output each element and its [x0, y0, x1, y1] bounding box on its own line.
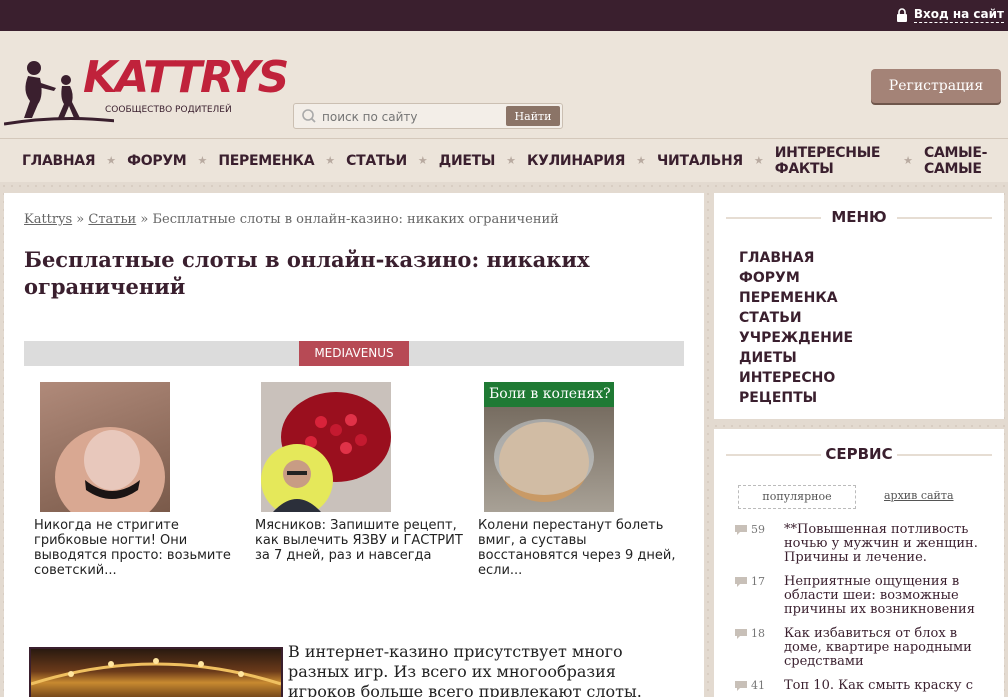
comment-count: 41: [734, 679, 765, 692]
search-button[interactable]: Найти: [506, 106, 560, 126]
sidebar-service: СЕРВИС популярное архив сайта 59 **Повыш…: [714, 429, 1004, 697]
comment-count-value: 17: [751, 575, 765, 588]
breadcrumb-articles[interactable]: Статьи: [88, 212, 136, 227]
sidebar-service-title: СЕРВИС: [825, 445, 893, 463]
comment-count: 18: [734, 627, 765, 640]
page-title: Бесплатные слоты в онлайн-казино: никаки…: [24, 247, 590, 299]
comment-icon: [735, 524, 747, 535]
ad-caption[interactable]: Колени перестанут болеть вмиг, а суставы…: [478, 518, 688, 578]
heading-line-left: [726, 217, 821, 219]
sidebar-menu-list: ГЛАВНАЯ ФОРУМ ПЕРЕМЕНКА СТАТЬИ УЧРЕЖДЕНИ…: [739, 248, 853, 408]
pomegranate-image-icon: [261, 392, 391, 512]
ad-header-bar: MEDIAVENUS: [24, 341, 684, 366]
casino-image-icon: [31, 658, 281, 686]
heading-line-right: [897, 454, 992, 456]
breadcrumb-home[interactable]: Kattrys: [24, 212, 72, 227]
search-icon: [302, 109, 316, 123]
search-box: Найти: [293, 103, 563, 129]
nav-item-reading[interactable]: ЧИТАЛЬНЯ: [657, 153, 743, 169]
ad-caption[interactable]: Никогда не стригите грибковые ногти! Они…: [34, 518, 244, 578]
comment-icon: [735, 680, 747, 691]
tab-archive[interactable]: архив сайта: [884, 489, 954, 502]
star-separator-icon: ★: [417, 154, 428, 167]
service-tabs: популярное архив сайта: [738, 485, 988, 509]
ad-caption[interactable]: Мясников: Запишите рецепт, как вылечить …: [255, 518, 465, 563]
sidebar-item-diets[interactable]: ДИЕТЫ: [739, 348, 853, 368]
article-image-casino: [29, 647, 283, 697]
breadcrumb-separator: »: [76, 212, 85, 227]
sidebar-menu-heading: МЕНЮ: [714, 208, 1004, 226]
search-input[interactable]: [322, 108, 498, 126]
comment-count-value: 41: [751, 679, 765, 692]
sidebar-item-home[interactable]: ГЛАВНАЯ: [739, 248, 853, 268]
comment-count: 59: [734, 523, 765, 536]
nav-item-cooking[interactable]: КУЛИНАРИЯ: [527, 153, 626, 169]
login-label[interactable]: Вход на сайт: [913, 7, 1004, 23]
nav-item-diets[interactable]: ДИЕТЫ: [439, 153, 496, 169]
ad-card[interactable]: Мясников: Запишите рецепт, как вылечить …: [255, 382, 465, 563]
ad-network-label: MEDIAVENUS: [299, 341, 409, 366]
sidebar-item-institution[interactable]: УЧРЕЖДЕНИЕ: [739, 328, 853, 348]
sidebar-item-articles[interactable]: СТАТЬИ: [739, 308, 853, 328]
register-button[interactable]: Регистрация: [871, 69, 1001, 103]
sidebar-menu-title: МЕНЮ: [831, 208, 887, 226]
ad-image-knee[interactable]: Боли в коленях?: [484, 382, 614, 512]
lock-icon: [896, 7, 907, 22]
sidebar-item-forum[interactable]: ФОРУМ: [739, 268, 853, 288]
popular-link[interactable]: **Повышенная потливость ночью у мужчин и…: [784, 523, 989, 565]
star-separator-icon: ★: [636, 154, 647, 167]
ad-card[interactable]: Боли в коленях? Колени перестанут болеть…: [478, 382, 688, 578]
breadcrumb-current: Бесплатные слоты в онлайн-казино: никаки…: [152, 212, 559, 227]
ad-image-overlay: Боли в коленях?: [484, 382, 614, 407]
star-separator-icon: ★: [197, 154, 208, 167]
star-separator-icon: ★: [903, 154, 913, 167]
comment-count-value: 59: [751, 523, 765, 536]
popular-link[interactable]: Как избавиться от блох в доме, квартире …: [784, 627, 989, 669]
breadcrumb-separator: »: [140, 212, 149, 227]
sidebar-item-break[interactable]: ПЕРЕМЕНКА: [739, 288, 853, 308]
heading-line-left: [726, 454, 821, 456]
ad-image-pomegranate[interactable]: [261, 382, 391, 512]
logo-wordmark: KATTRYS: [83, 52, 289, 103]
comment-icon: [735, 628, 747, 639]
nav-item-best[interactable]: САМЫЕ-САМЫЕ: [924, 145, 1008, 177]
star-separator-icon: ★: [325, 154, 336, 167]
breadcrumb: Kattrys » Статьи » Бесплатные слоты в он…: [24, 212, 559, 227]
login-link[interactable]: Вход на сайт: [896, 7, 1004, 23]
nav-item-facts[interactable]: ИНТЕРЕСНЫЕ ФАКТЫ: [775, 145, 892, 177]
star-separator-icon: ★: [753, 154, 764, 167]
comment-count: 17: [734, 575, 765, 588]
ad-image-toenail[interactable]: [40, 382, 170, 512]
header: KATTRYS СООБЩЕСТВО РОДИТЕЛЕЙ Найти Регис…: [0, 31, 1008, 138]
top-bar: Вход на сайт: [0, 0, 1008, 31]
comment-count-value: 18: [751, 627, 765, 640]
sidebar-menu: МЕНЮ ГЛАВНАЯ ФОРУМ ПЕРЕМЕНКА СТАТЬИ УЧРЕ…: [714, 193, 1004, 419]
knee-image-icon: [494, 419, 594, 502]
popular-link[interactable]: Топ 10. Как смыть краску с: [784, 679, 989, 693]
tab-popular[interactable]: популярное: [738, 485, 856, 509]
nav-item-break[interactable]: ПЕРЕМЕНКА: [218, 153, 314, 169]
ad-card[interactable]: Никогда не стригите грибковые ногти! Они…: [34, 382, 244, 578]
main-nav: ГЛАВНАЯ ★ ФОРУМ ★ ПЕРЕМЕНКА ★ СТАТЬИ ★ Д…: [0, 138, 1008, 182]
nav-item-articles[interactable]: СТАТЬИ: [346, 153, 407, 169]
nav-item-forum[interactable]: ФОРУМ: [127, 153, 187, 169]
star-separator-icon: ★: [506, 154, 516, 167]
toe-image-icon: [55, 427, 165, 512]
star-separator-icon: ★: [106, 154, 117, 167]
article-intro: В интернет-казино присутствует много раз…: [288, 642, 642, 697]
popular-link[interactable]: Неприятные ощущения в области шеи: возмо…: [784, 575, 989, 617]
sidebar-service-heading: СЕРВИС: [714, 445, 1004, 463]
comment-icon: [735, 576, 747, 587]
site-logo[interactable]: KATTRYS СООБЩЕСТВО РОДИТЕЛЕЙ: [4, 52, 289, 128]
nav-item-home[interactable]: ГЛАВНАЯ: [22, 153, 96, 169]
heading-line-right: [897, 217, 992, 219]
sidebar-item-recipes[interactable]: РЕЦЕПТЫ: [739, 388, 853, 408]
logo-tagline: СООБЩЕСТВО РОДИТЕЛЕЙ: [105, 105, 232, 115]
main-content: Kattrys » Статьи » Бесплатные слоты в он…: [4, 193, 704, 697]
sidebar-item-interesting[interactable]: ИНТЕРЕСНО: [739, 368, 853, 388]
